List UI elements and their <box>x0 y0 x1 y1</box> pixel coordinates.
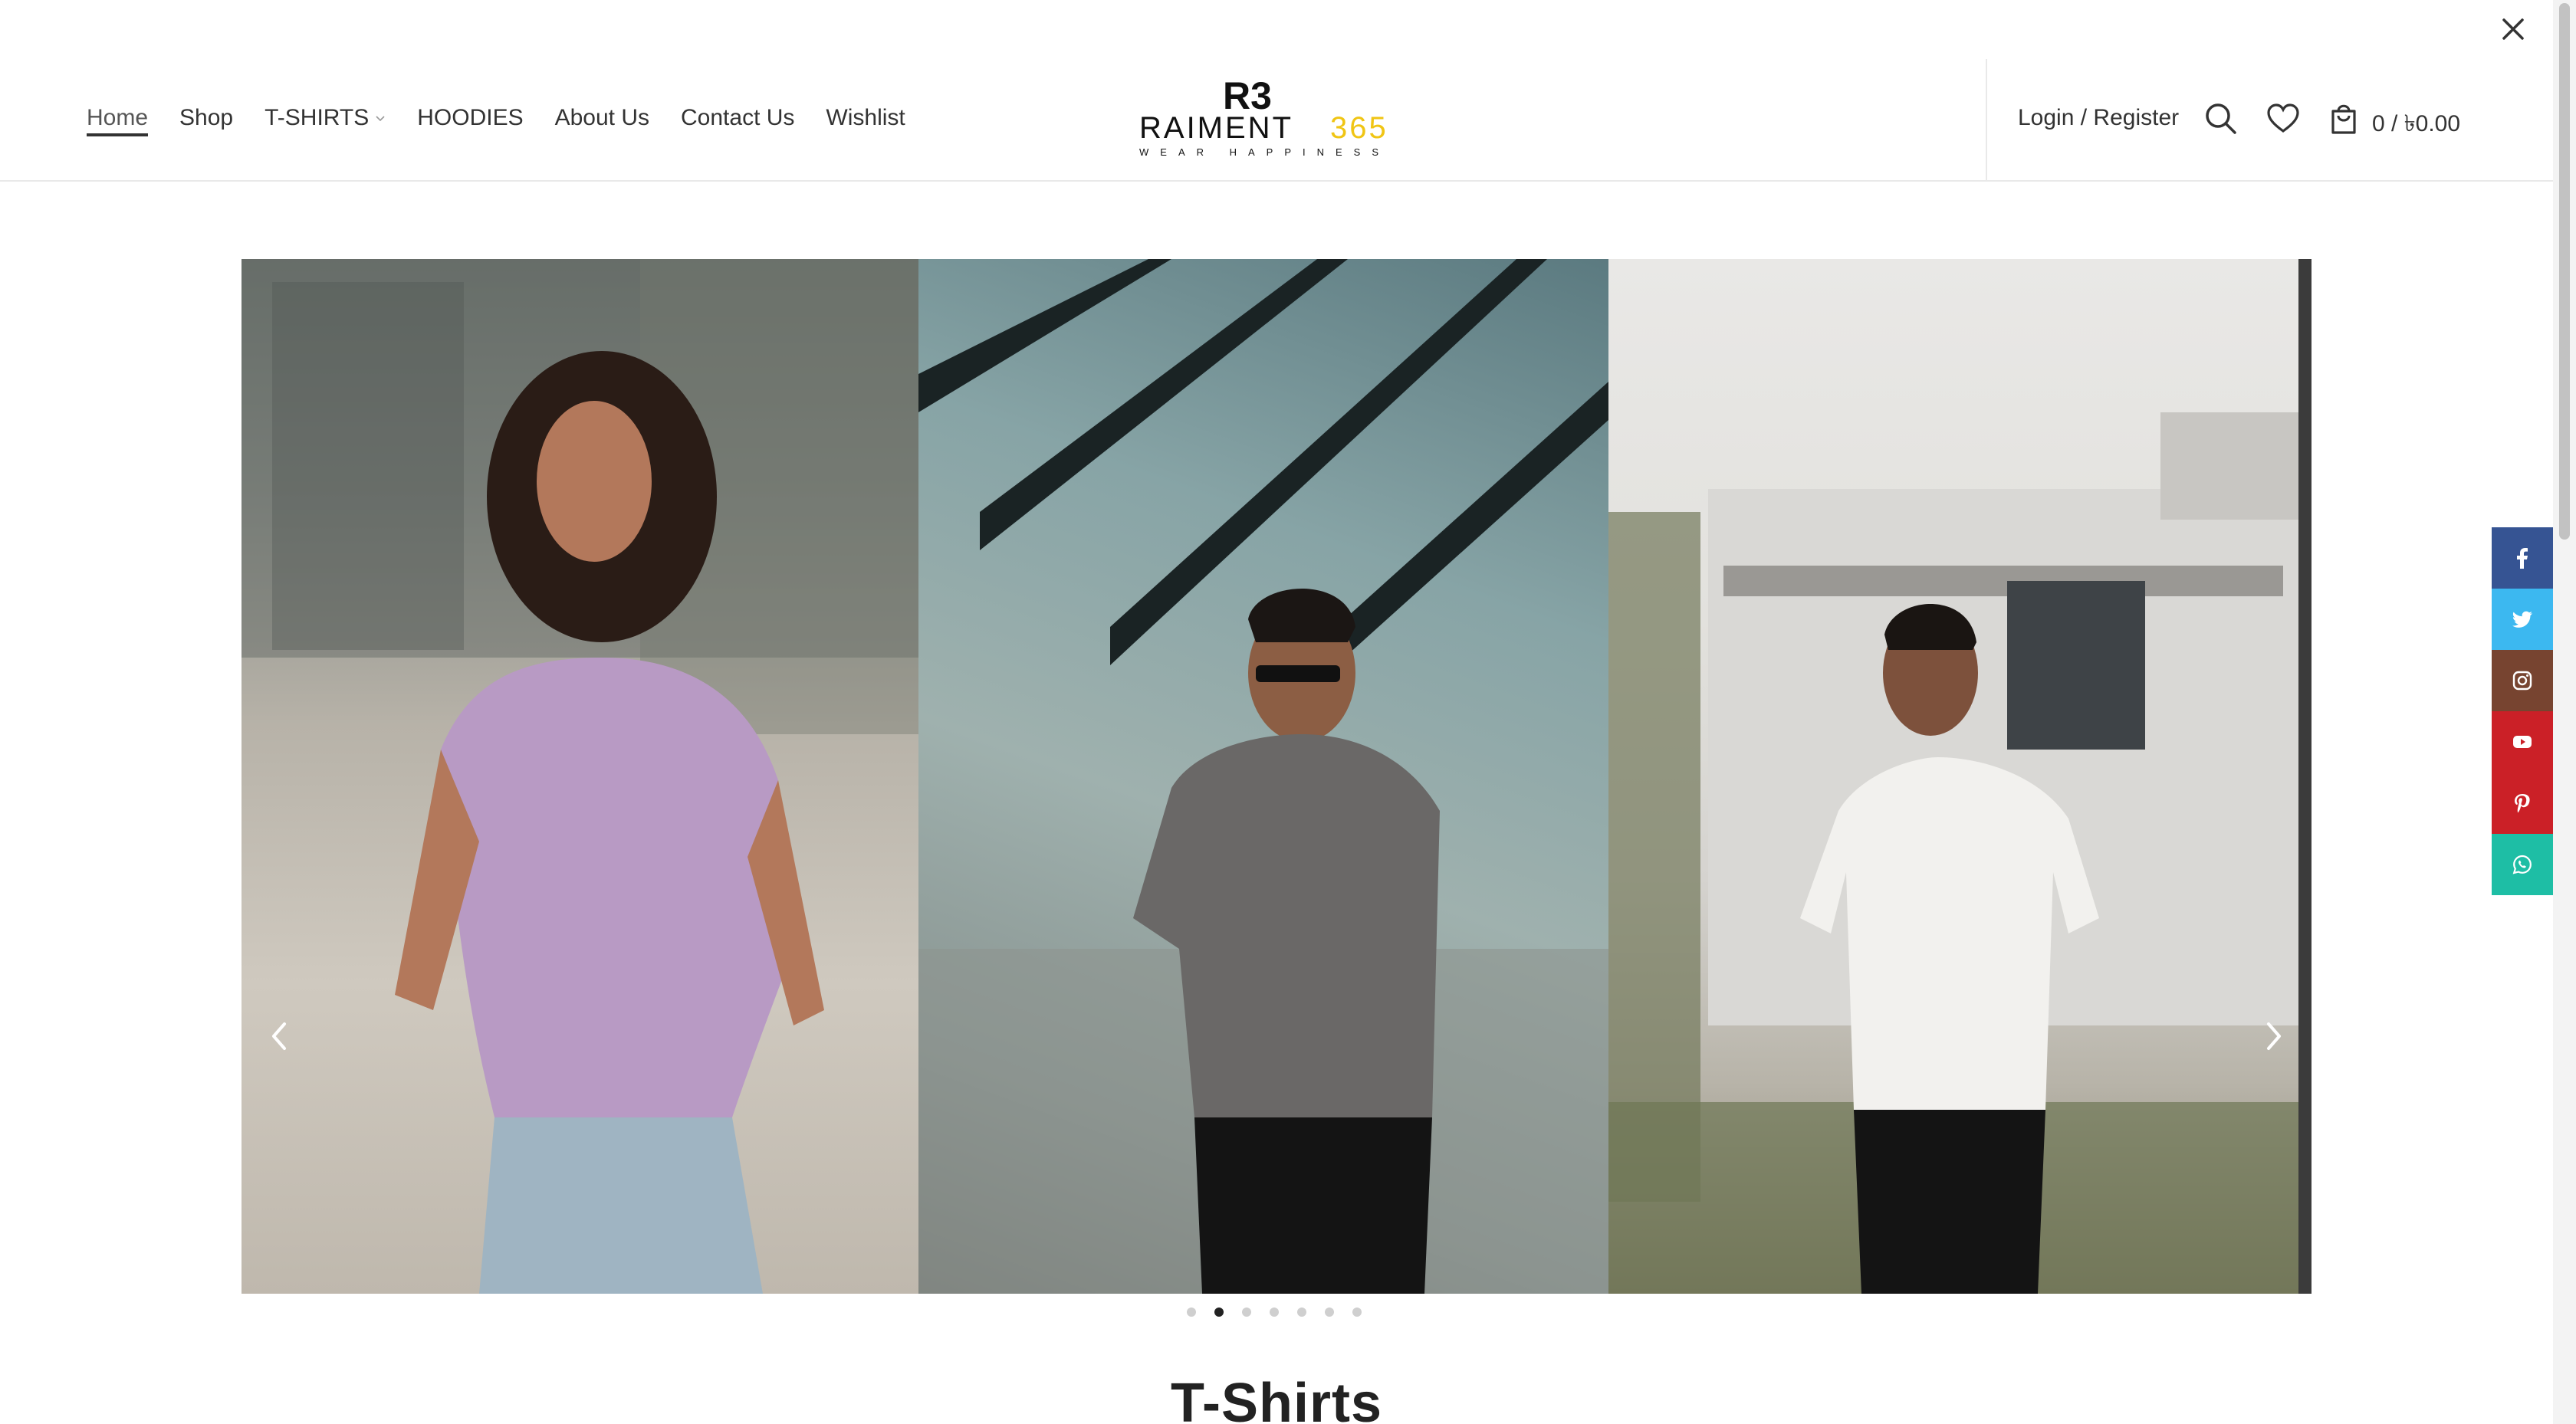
nav-item-label: About Us <box>554 105 650 130</box>
logo-brand-left: RAIMENT <box>1139 111 1293 145</box>
scrollbar-thumb[interactable] <box>2559 3 2570 540</box>
login-register-link[interactable]: Login / Register <box>2018 105 2179 131</box>
slider-dot[interactable] <box>1325 1308 1334 1317</box>
twitter-button[interactable] <box>2492 589 2553 650</box>
cart-total[interactable]: 0 / ৳0.00 <box>2372 105 2460 144</box>
nav-item-contact[interactable]: Contact Us <box>681 105 794 131</box>
nav-item-tshirts[interactable]: T-SHIRTS <box>264 105 386 131</box>
slide-photo-edge <box>2298 259 2312 1294</box>
site-header: Home Shop T-SHIRTS HOODIES About Us Cont… <box>0 0 2553 182</box>
header-divider <box>1986 59 1987 182</box>
pinterest-icon <box>2515 794 2530 813</box>
nav-item-hoodies[interactable]: HOODIES <box>417 105 523 131</box>
chevron-left-icon[interactable] <box>264 1018 295 1055</box>
nav-item-wishlist[interactable]: Wishlist <box>826 105 905 131</box>
heart-icon[interactable] <box>2265 100 2302 137</box>
nav-item-label: HOODIES <box>417 105 524 130</box>
photo-illustration <box>1608 412 2298 1294</box>
slider-dot[interactable] <box>1242 1308 1251 1317</box>
photo-illustration <box>242 259 918 1294</box>
nav-item-label: Contact Us <box>681 105 795 130</box>
brand-logo[interactable]: R3 RAIMENT 365 WEAR HAPPINESS <box>1135 77 1418 162</box>
slider-dot[interactable] <box>1270 1308 1279 1317</box>
nav-item-about[interactable]: About Us <box>555 105 649 131</box>
slider-pagination <box>1187 1308 1380 1317</box>
facebook-button[interactable] <box>2492 527 2553 589</box>
hero-slider[interactable] <box>242 259 2312 1294</box>
social-share-bar <box>2492 527 2553 895</box>
nav-item-label: Home <box>87 105 149 130</box>
chevron-right-icon[interactable] <box>2258 1018 2288 1055</box>
logo-tagline: WEAR HAPPINESS <box>1139 146 1390 158</box>
pinterest-button[interactable] <box>2492 773 2553 834</box>
slider-dot[interactable] <box>1214 1308 1224 1317</box>
slider-dot[interactable] <box>1352 1308 1362 1317</box>
search-icon[interactable] <box>2203 100 2239 137</box>
cart-icon[interactable] <box>2325 100 2362 137</box>
slide-photo-woman-lilac-tshirt <box>242 259 918 1294</box>
photo-illustration <box>918 259 1608 1294</box>
whatsapp-button[interactable] <box>2492 834 2553 895</box>
section-title: T-Shirts <box>1170 1373 1383 1424</box>
slide-photo-man-white-tshirt <box>1608 259 2298 1294</box>
nav-item-home[interactable]: Home <box>87 105 149 136</box>
facebook-icon <box>2517 548 2528 569</box>
nav-item-label: Shop <box>179 105 234 130</box>
chevron-down-icon <box>376 116 385 122</box>
twitter-icon <box>2512 611 2532 628</box>
slide-photo-man-grey-tshirt <box>918 259 1608 1294</box>
nav-item-label: Wishlist <box>826 105 905 130</box>
main-nav: Home Shop T-SHIRTS HOODIES About Us Cont… <box>87 100 937 136</box>
nav-item-shop[interactable]: Shop <box>179 105 233 131</box>
youtube-icon <box>2513 736 2532 748</box>
instagram-button[interactable] <box>2492 650 2553 711</box>
nav-item-label: T-SHIRTS <box>264 105 370 130</box>
youtube-button[interactable] <box>2492 711 2553 773</box>
slider-dot[interactable] <box>1187 1308 1196 1317</box>
instagram-icon <box>2512 671 2532 691</box>
logo-brand-right: 365 <box>1330 111 1388 145</box>
slider-dot[interactable] <box>1297 1308 1306 1317</box>
whatsapp-icon <box>2512 855 2532 874</box>
